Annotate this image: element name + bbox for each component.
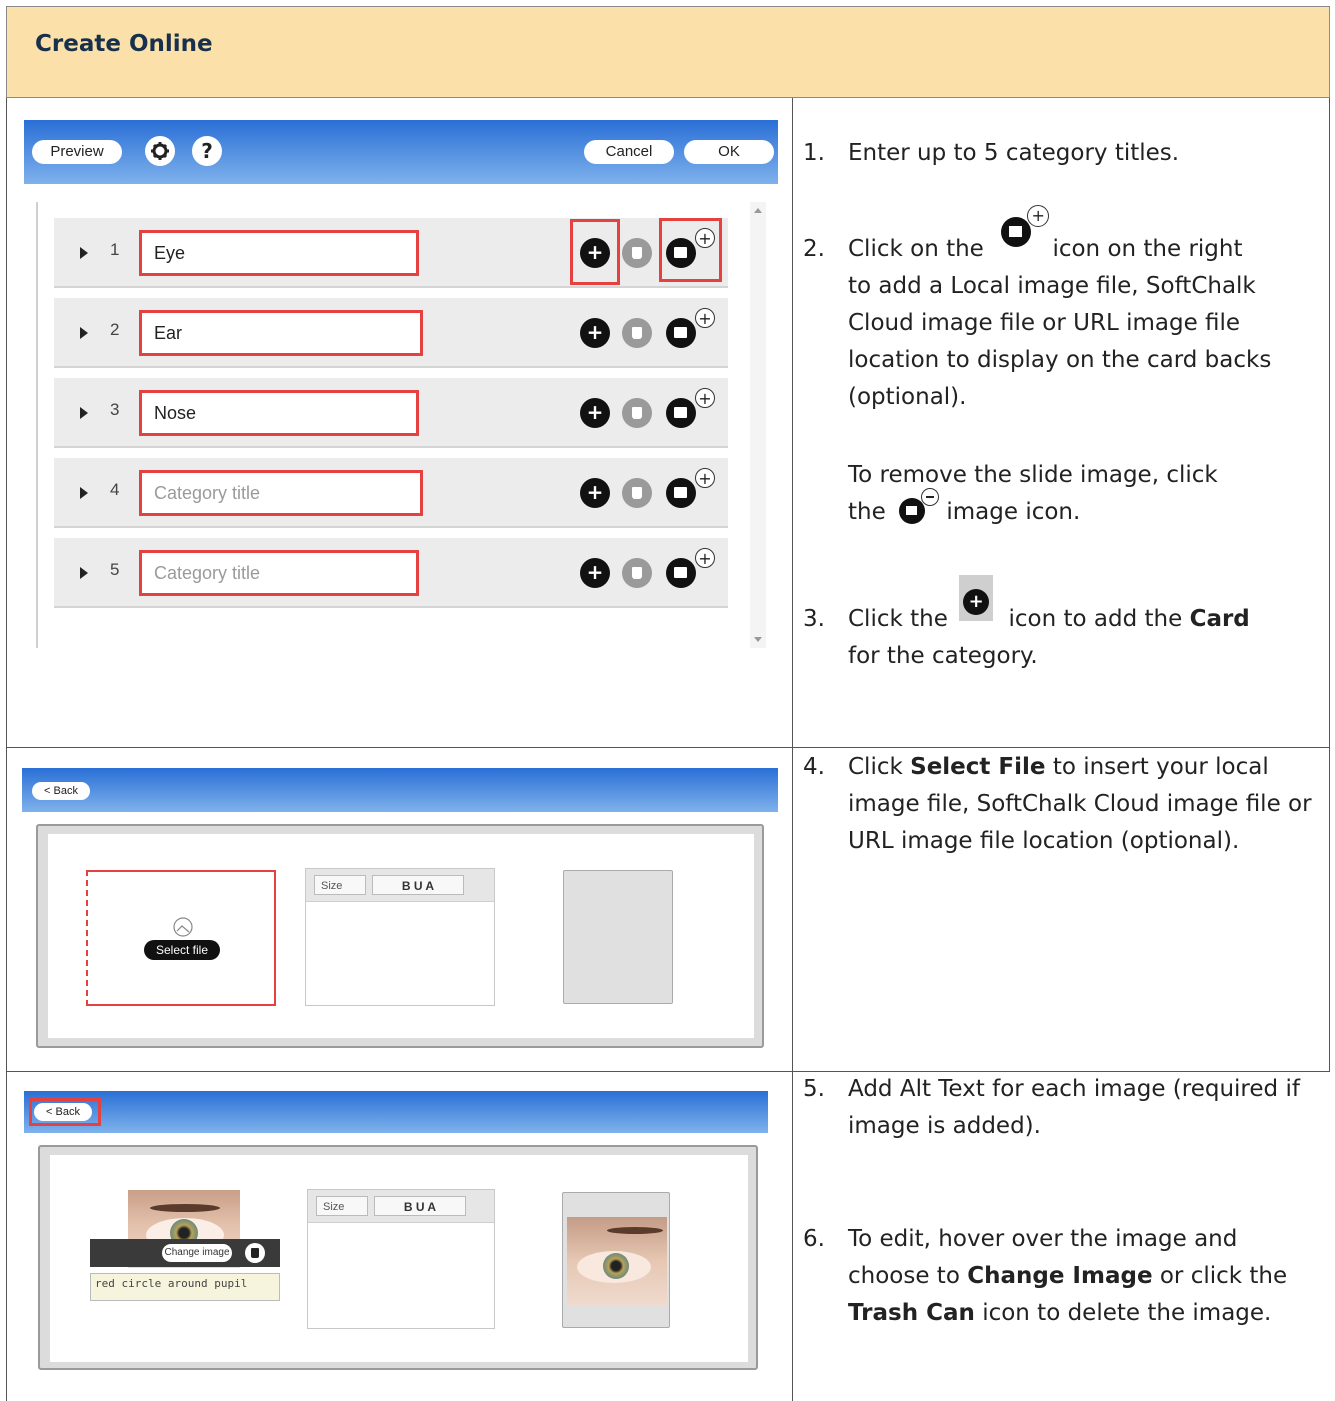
category-row-5: 5 Category title + + <box>54 538 728 608</box>
preview-button[interactable]: Preview <box>32 140 122 164</box>
table-border-right <box>1329 98 1330 1072</box>
remove-image-icon <box>893 488 940 531</box>
text-editor[interactable]: Size B U A <box>305 868 495 1006</box>
size-dropdown[interactable]: Size <box>316 1196 368 1216</box>
card-editor-toolbar: < Back <box>24 1091 768 1133</box>
image-placeholder-icon <box>173 917 193 937</box>
trash-icon[interactable] <box>622 238 652 268</box>
plus-badge-icon: + <box>695 308 715 328</box>
add-card-icon[interactable]: + <box>580 318 610 348</box>
highlight-back-button <box>29 1098 101 1126</box>
category-title-input[interactable]: Ear <box>139 310 423 356</box>
trash-icon[interactable] <box>622 318 652 348</box>
category-number: 1 <box>110 240 120 259</box>
gear-icon[interactable] <box>145 136 175 166</box>
select-file-button[interactable]: Select file <box>144 940 220 960</box>
format-buttons[interactable]: B U A <box>374 1196 466 1216</box>
size-dropdown[interactable]: Size <box>314 875 366 895</box>
add-card-icon[interactable]: + <box>580 398 610 428</box>
highlight-add-card <box>570 219 620 285</box>
ok-button[interactable]: OK <box>684 140 774 164</box>
card-panel-inner: Change image red circle around pupil Siz… <box>50 1155 748 1362</box>
category-row-2: 2 Ear + + <box>54 298 728 368</box>
change-image-button[interactable]: Change image <box>162 1244 232 1262</box>
cancel-button[interactable]: Cancel <box>584 140 674 164</box>
plus-badge-icon: + <box>695 548 715 568</box>
expand-arrow-icon[interactable] <box>80 407 88 419</box>
alt-text-input[interactable]: red circle around pupil <box>90 1273 280 1301</box>
trash-icon[interactable] <box>245 1243 265 1263</box>
add-card-icon[interactable]: + <box>580 558 610 588</box>
plus-badge-icon: + <box>695 468 715 488</box>
highlight-add-image <box>659 218 722 282</box>
section-title: Create Online <box>35 31 213 57</box>
add-card-icon: + <box>955 575 1001 638</box>
add-card-icon[interactable]: + <box>580 478 610 508</box>
card-preview-image <box>567 1217 667 1305</box>
card-editor-toolbar: < Back <box>22 768 778 812</box>
card-panel: Change image red circle around pupil Siz… <box>38 1145 758 1370</box>
category-number: 5 <box>110 560 120 579</box>
category-title-input[interactable]: Category title <box>139 470 423 516</box>
table-row-divider <box>6 747 1330 748</box>
category-row-4: 4 Category title + + <box>54 458 728 528</box>
scrollbar[interactable] <box>750 202 766 648</box>
category-row-3: 3 Nose + + <box>54 378 728 448</box>
expand-arrow-icon[interactable] <box>80 327 88 339</box>
image-drop-area[interactable]: Select file <box>86 870 276 1006</box>
trash-icon[interactable] <box>622 558 652 588</box>
add-image-icon[interactable] <box>666 318 696 348</box>
category-number: 4 <box>110 480 120 499</box>
trash-icon[interactable] <box>622 478 652 508</box>
list-left-rule <box>36 202 38 648</box>
card-preview <box>562 1192 670 1328</box>
card-preview <box>563 870 673 1004</box>
category-title-input[interactable]: Eye <box>139 230 419 276</box>
category-number: 2 <box>110 320 120 339</box>
add-image-icon[interactable] <box>666 478 696 508</box>
text-editor-toolbar: Size B U A <box>306 869 494 902</box>
help-button[interactable]: ? <box>192 136 222 166</box>
card-panel: Select file Size B U A <box>36 824 764 1048</box>
trash-icon[interactable] <box>622 398 652 428</box>
table-column-divider <box>792 98 793 1401</box>
expand-arrow-icon[interactable] <box>80 247 88 259</box>
expand-arrow-icon[interactable] <box>80 487 88 499</box>
card-panel-inner: Select file Size B U A <box>48 834 754 1038</box>
section-header: Create Online <box>6 6 1330 98</box>
expand-arrow-icon[interactable] <box>80 567 88 579</box>
text-editor[interactable]: Size B U A <box>307 1189 495 1329</box>
table-border-left <box>6 98 7 1401</box>
text-editor-toolbar: Size B U A <box>308 1190 494 1223</box>
category-title-input[interactable]: Category title <box>139 550 419 596</box>
plus-badge-icon: + <box>695 388 715 408</box>
add-image-icon[interactable] <box>666 398 696 428</box>
format-buttons[interactable]: B U A <box>372 875 464 895</box>
editor-toolbar: Preview ? Cancel OK <box>24 120 778 184</box>
category-row-1: 1 Eye + + <box>54 218 728 288</box>
back-button[interactable]: < Back <box>32 782 90 800</box>
add-image-icon: + <box>991 205 1050 268</box>
category-number: 3 <box>110 400 120 419</box>
add-image-icon[interactable] <box>666 558 696 588</box>
category-title-input[interactable]: Nose <box>139 390 419 436</box>
image-hover-bar: Change image <box>90 1239 280 1267</box>
